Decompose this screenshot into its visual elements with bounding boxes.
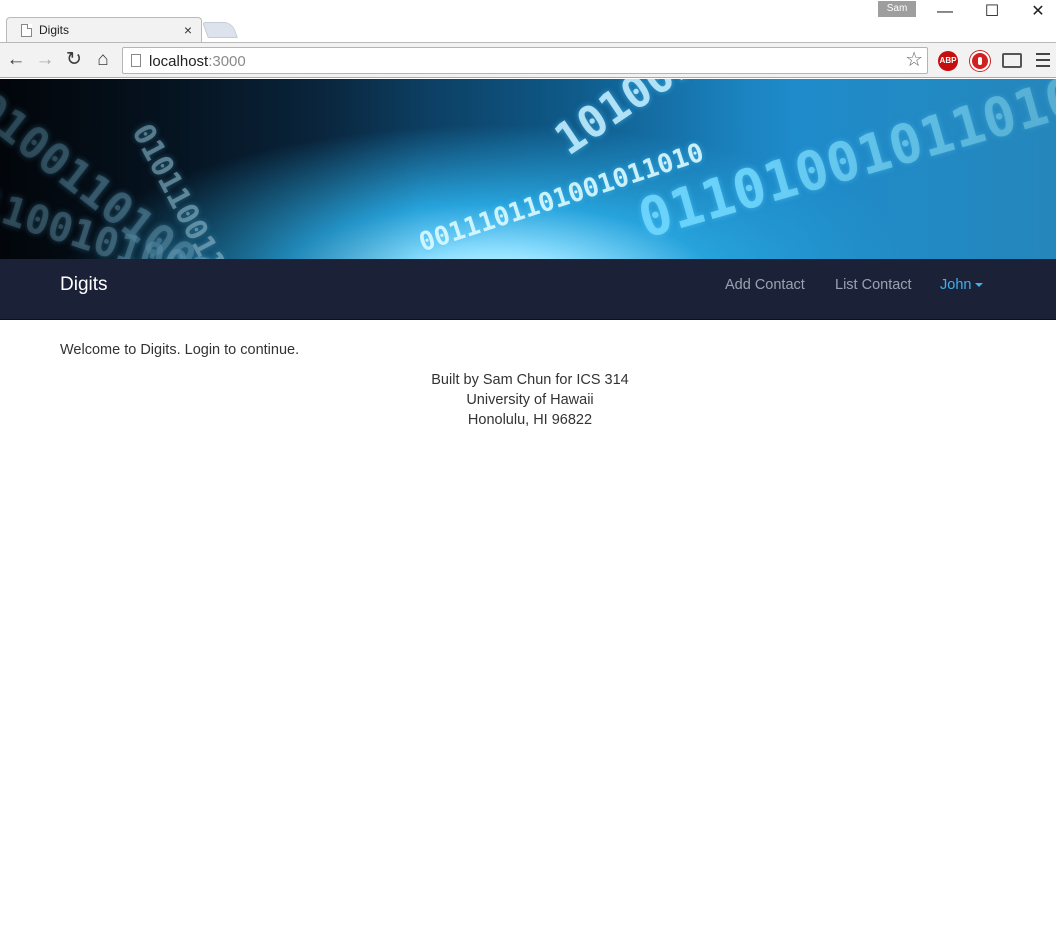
close-icon[interactable]: ✕ [1015, 0, 1056, 24]
maximize-icon[interactable]: ☐ [969, 0, 1015, 24]
welcome-message: Welcome to Digits. Login to continue. [60, 342, 300, 358]
footer-line-address: Honolulu, HI 96822 [467, 412, 593, 428]
stop-hand-icon[interactable] [970, 51, 990, 71]
brand-link[interactable]: Digits [60, 273, 108, 297]
browser-titlebar: Digits × Sam — ☐ ✕ [0, 0, 1056, 43]
url-port: :3000 [208, 53, 246, 70]
footer-line-credit: Built by Sam Chun for ICS 314 [431, 372, 629, 388]
url-text: localhost:3000 [149, 53, 246, 70]
new-tab-button[interactable] [202, 22, 238, 38]
browser-tab[interactable]: Digits × [6, 17, 202, 43]
user-name: John [940, 277, 972, 293]
minimize-icon[interactable]: — [922, 0, 968, 24]
hero-banner-image: 1010011010000110100010110011101001101011… [0, 79, 1056, 259]
forward-icon[interactable]: → [34, 49, 56, 71]
footer: Built by Sam Chun for ICS 314 University… [330, 370, 730, 430]
back-icon[interactable]: ← [5, 49, 27, 71]
cast-icon[interactable] [1002, 53, 1022, 68]
browser-toolbar: ← → ↻ ⌂ localhost:3000 ☆ ABP [0, 42, 1056, 78]
home-icon[interactable]: ⌂ [92, 49, 114, 71]
adblock-icon[interactable]: ABP [938, 51, 958, 71]
tab-title: Digits [39, 23, 70, 37]
menu-icon[interactable] [1036, 53, 1050, 67]
nav-list-contact[interactable]: List Contact [835, 275, 912, 295]
url-host: localhost [149, 53, 209, 70]
profile-badge[interactable]: Sam [878, 1, 916, 17]
address-bar[interactable]: localhost:3000 ☆ [122, 47, 928, 74]
hero-shade [0, 79, 1056, 259]
reload-icon[interactable]: ↻ [63, 49, 85, 71]
user-dropdown[interactable]: John [940, 275, 984, 295]
tab-close-icon[interactable]: × [184, 21, 192, 39]
bookmark-star-icon[interactable]: ☆ [905, 49, 923, 71]
footer-line-university: University of Hawaii [466, 392, 594, 408]
nav-add-contact[interactable]: Add Contact [725, 275, 805, 295]
site-navbar: Digits Add Contact List Contact John [0, 259, 1056, 320]
caret-down-icon [975, 283, 984, 288]
page-icon [21, 24, 32, 37]
page-icon [131, 54, 141, 67]
